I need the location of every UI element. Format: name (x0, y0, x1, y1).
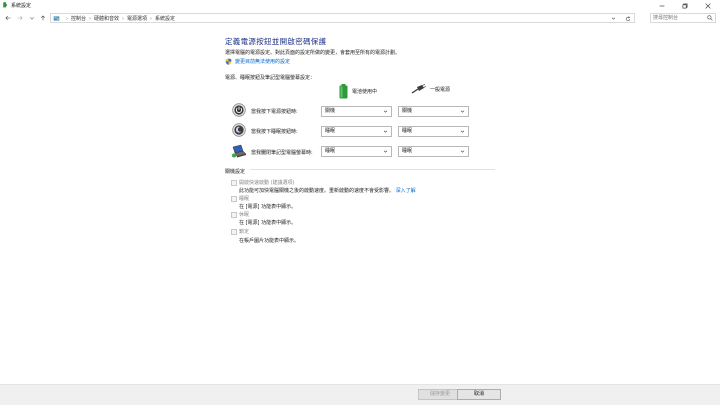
power-plug-icon (411, 84, 426, 94)
fast-startup-option[interactable]: 開啟快速啟動 (建議選項) (231, 180, 295, 186)
section-divider (250, 169, 495, 170)
up-button[interactable] (38, 13, 48, 23)
plugged-in-column-label: 一般電源 (430, 86, 451, 93)
cancel-button[interactable]: 取消 (457, 389, 501, 400)
search-icon (707, 15, 713, 21)
lid-close-battery-select[interactable]: 睡眠 (321, 146, 392, 157)
lock-option-description: 在帳戶圖片功能表中顯示。 (239, 238, 300, 244)
lid-close-label: 當我闔閉筆記型電腦螢幕時: (251, 150, 313, 156)
fast-startup-checkbox[interactable] (231, 180, 237, 186)
sleep-button-battery-select[interactable]: 睡眠 (321, 126, 392, 137)
chevron-right-icon: › (122, 15, 125, 22)
lid-close-plugged-value: 睡眠 (402, 148, 413, 154)
save-changes-button[interactable]: 儲存變更 (418, 389, 462, 400)
change-unavailable-settings-link[interactable]: 變更目前無法使用的設定 (225, 58, 290, 65)
arrow-up-icon (40, 15, 46, 21)
breadcrumb-hardware-sound[interactable]: 硬體和音效 (94, 15, 119, 22)
address-history-button[interactable] (610, 15, 616, 22)
learn-more-link[interactable]: 深入了解 (396, 188, 416, 194)
sleep-option-label: 睡眠 (239, 196, 250, 202)
chevron-down-icon (29, 17, 35, 20)
breadcrumb: › 控制台 › 硬體和音效 › 電源選項 › 系統設定 (63, 15, 175, 23)
page-description: 選擇電腦的電源設定。對此頁面的設定所做的變更，會套用至所有的電源計劃。 (225, 50, 401, 56)
hibernate-option-label: 休眠 (239, 212, 250, 218)
sleep-button-plugged-value: 睡眠 (402, 128, 413, 134)
refresh-icon (625, 15, 631, 21)
maximize-button[interactable] (674, 0, 696, 11)
power-button-battery-value: 關機 (325, 108, 336, 114)
control-panel-icon (53, 16, 60, 21)
battery-column-header: 電池使用中 (339, 84, 377, 99)
change-settings-link-text[interactable]: 變更目前無法使用的設定 (235, 58, 290, 65)
title-bar: 系統設定 (0, 0, 720, 11)
lock-checkbox[interactable] (231, 229, 237, 235)
sleep-button-label: 當我按下睡眠按鈕時: (251, 129, 298, 135)
power-button-plugged-value: 關機 (402, 108, 413, 114)
battery-column-label: 電池使用中 (352, 89, 378, 95)
chevron-down-icon (460, 110, 465, 113)
forward-button[interactable] (15, 13, 25, 23)
shutdown-settings-heading: 關機設定 (225, 169, 246, 175)
lock-option[interactable]: 鎖定 (231, 229, 249, 235)
chevron-down-icon (383, 130, 388, 133)
chevron-right-icon: › (150, 15, 153, 22)
power-button-icon (232, 103, 246, 117)
sleep-checkbox[interactable] (231, 196, 237, 202)
recent-locations-button[interactable] (27, 13, 37, 23)
power-button-plugged-select[interactable]: 關機 (398, 106, 469, 117)
lock-option-label: 鎖定 (239, 229, 250, 235)
power-button-battery-select[interactable]: 關機 (321, 106, 392, 117)
search-box[interactable] (650, 13, 716, 23)
hibernate-checkbox[interactable] (231, 212, 237, 218)
breadcrumb-control-panel[interactable]: 控制台 (71, 15, 86, 22)
fast-startup-description: 此功能可加快電腦關機之後的啟動速度。重新啟動的速度不會受影響。 深入了解 (239, 187, 416, 194)
plugged-in-column-header: 一般電源 (411, 84, 450, 94)
minimize-icon (659, 5, 665, 6)
lid-close-plugged-select[interactable]: 睡眠 (398, 146, 469, 157)
breadcrumb-power-options[interactable]: 電源選項 (127, 15, 147, 22)
lid-close-battery-value: 睡眠 (325, 148, 336, 154)
battery-icon (339, 84, 348, 99)
page-title: 定義電源按鈕並開啟密碼保護 (225, 37, 327, 46)
laptop-lid-icon (232, 144, 247, 158)
chevron-down-icon (383, 150, 388, 153)
chevron-down-icon (460, 150, 465, 153)
footer-bar (0, 384, 720, 405)
chevron-right-icon: › (89, 15, 92, 22)
address-bar[interactable]: › 控制台 › 硬體和音效 › 電源選項 › 系統設定 (50, 13, 635, 23)
address-bar-row: › 控制台 › 硬體和音效 › 電源選項 › 系統設定 (0, 12, 720, 24)
sleep-button-plugged-select[interactable]: 睡眠 (398, 126, 469, 137)
fast-startup-label: 開啟快速啟動 (建議選項) (239, 180, 295, 186)
chevron-down-icon (460, 130, 465, 133)
sleep-option[interactable]: 睡眠 (231, 196, 249, 202)
uac-shield-icon (225, 58, 232, 65)
power-options-icon (3, 2, 8, 8)
minimize-button[interactable] (651, 0, 673, 11)
fast-startup-desc-text: 此功能可加快電腦關機之後的啟動速度。重新啟動的速度不會受影響。 (239, 188, 395, 194)
hibernate-option[interactable]: 休眠 (231, 212, 249, 218)
chevron-down-icon (383, 110, 388, 113)
breadcrumb-system-settings[interactable]: 系統設定 (155, 15, 175, 22)
search-input[interactable] (653, 14, 707, 22)
chevron-down-icon (611, 17, 615, 20)
back-button[interactable] (3, 13, 13, 23)
close-icon (705, 2, 711, 9)
sleep-option-description: 在 [電源] 功能表中顯示。 (239, 204, 297, 210)
arrow-left-icon (5, 15, 11, 21)
hibernate-option-description: 在 [電源] 功能表中顯示。 (239, 220, 297, 226)
refresh-button[interactable] (624, 15, 632, 22)
chevron-right-icon: › (66, 15, 68, 22)
power-button-label: 當我按下電源按鈕時: (251, 109, 298, 115)
restore-icon (682, 3, 688, 8)
sleep-button-icon (232, 123, 246, 137)
sleep-button-battery-value: 睡眠 (325, 128, 336, 134)
close-button[interactable] (697, 0, 719, 11)
arrow-right-icon (17, 15, 23, 21)
window-title: 系統設定 (11, 3, 32, 9)
power-buttons-heading: 電源、睡眠按鈕及筆記型電腦螢幕設定： (225, 75, 316, 81)
